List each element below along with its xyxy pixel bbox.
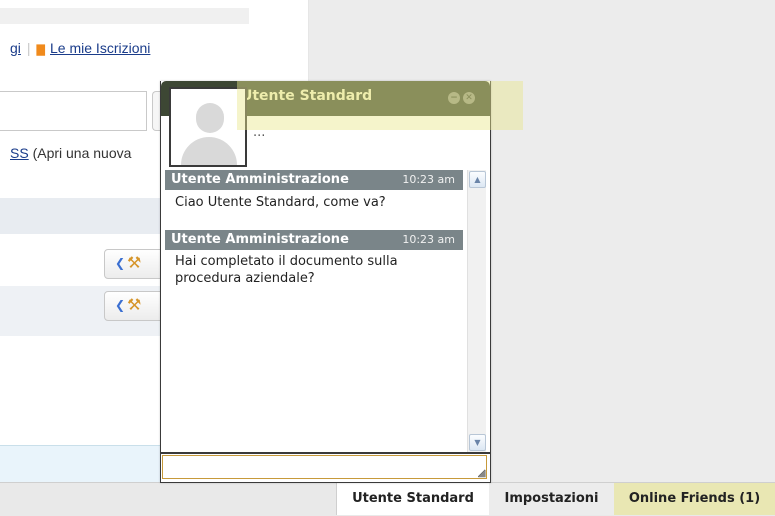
rss-link[interactable]: SS (10, 145, 29, 161)
message-list: Utente Amministrazione 10:23 am Ciao Ute… (165, 170, 465, 452)
message-sender: Utente Amministrazione (171, 172, 349, 187)
message-text: Ciao Utente Standard, come va? (175, 195, 386, 210)
message-header: Utente Amministrazione 10:23 am (165, 230, 463, 250)
text-field[interactable] (0, 91, 147, 131)
header-highlight (237, 81, 523, 130)
tab-impostazioni[interactable]: Impostazioni (489, 483, 615, 515)
rss-line-text: (Apri una nuova (28, 145, 132, 161)
edit-tool-button[interactable]: ❮ ⚒ (104, 291, 162, 321)
my-subscriptions-link[interactable]: Le mie Iscrizioni (50, 40, 150, 56)
scroll-up-icon[interactable]: ▲ (469, 171, 486, 188)
chat-window: Utente Standard − ✕ ... Utente Amministr… (160, 81, 491, 483)
avatar-body (181, 137, 237, 165)
message-text: Hai completato il documento sulla proced… (175, 254, 398, 286)
message-time: 10:23 am (402, 233, 455, 246)
message-sender: Utente Amministrazione (171, 232, 349, 247)
wrench-icon: ⚒ (127, 295, 142, 314)
avatar-icon (196, 103, 224, 133)
message-header: Utente Amministrazione 10:23 am (165, 170, 463, 190)
edit-tool-button[interactable]: ❮ ⚒ (104, 249, 162, 279)
top-bar (0, 8, 249, 24)
wrench-icon: ⚒ (127, 253, 142, 272)
message-time: 10:23 am (402, 173, 455, 186)
divider: | (26, 40, 31, 56)
scrollbar[interactable]: ▲ ▼ (467, 170, 486, 452)
tab-online-friends[interactable]: Online Friends (1) (614, 483, 775, 515)
partial-link[interactable]: gi (10, 40, 21, 56)
arrow-left-icon: ❮ (115, 298, 126, 312)
arrow-left-icon: ❮ (115, 256, 126, 270)
resize-grip-icon[interactable]: ◢ (478, 468, 486, 479)
rss-line: SS (Apri una nuova (10, 145, 131, 161)
scroll-down-icon[interactable]: ▼ (469, 434, 486, 451)
tab-utente-standard[interactable]: Utente Standard (336, 483, 490, 515)
links-row: gi | ▇ Le mie Iscrizioni (10, 40, 150, 56)
divider (161, 452, 490, 454)
rss-icon: ▇ (36, 44, 46, 56)
avatar (169, 87, 247, 167)
chat-message-input[interactable] (162, 455, 487, 479)
